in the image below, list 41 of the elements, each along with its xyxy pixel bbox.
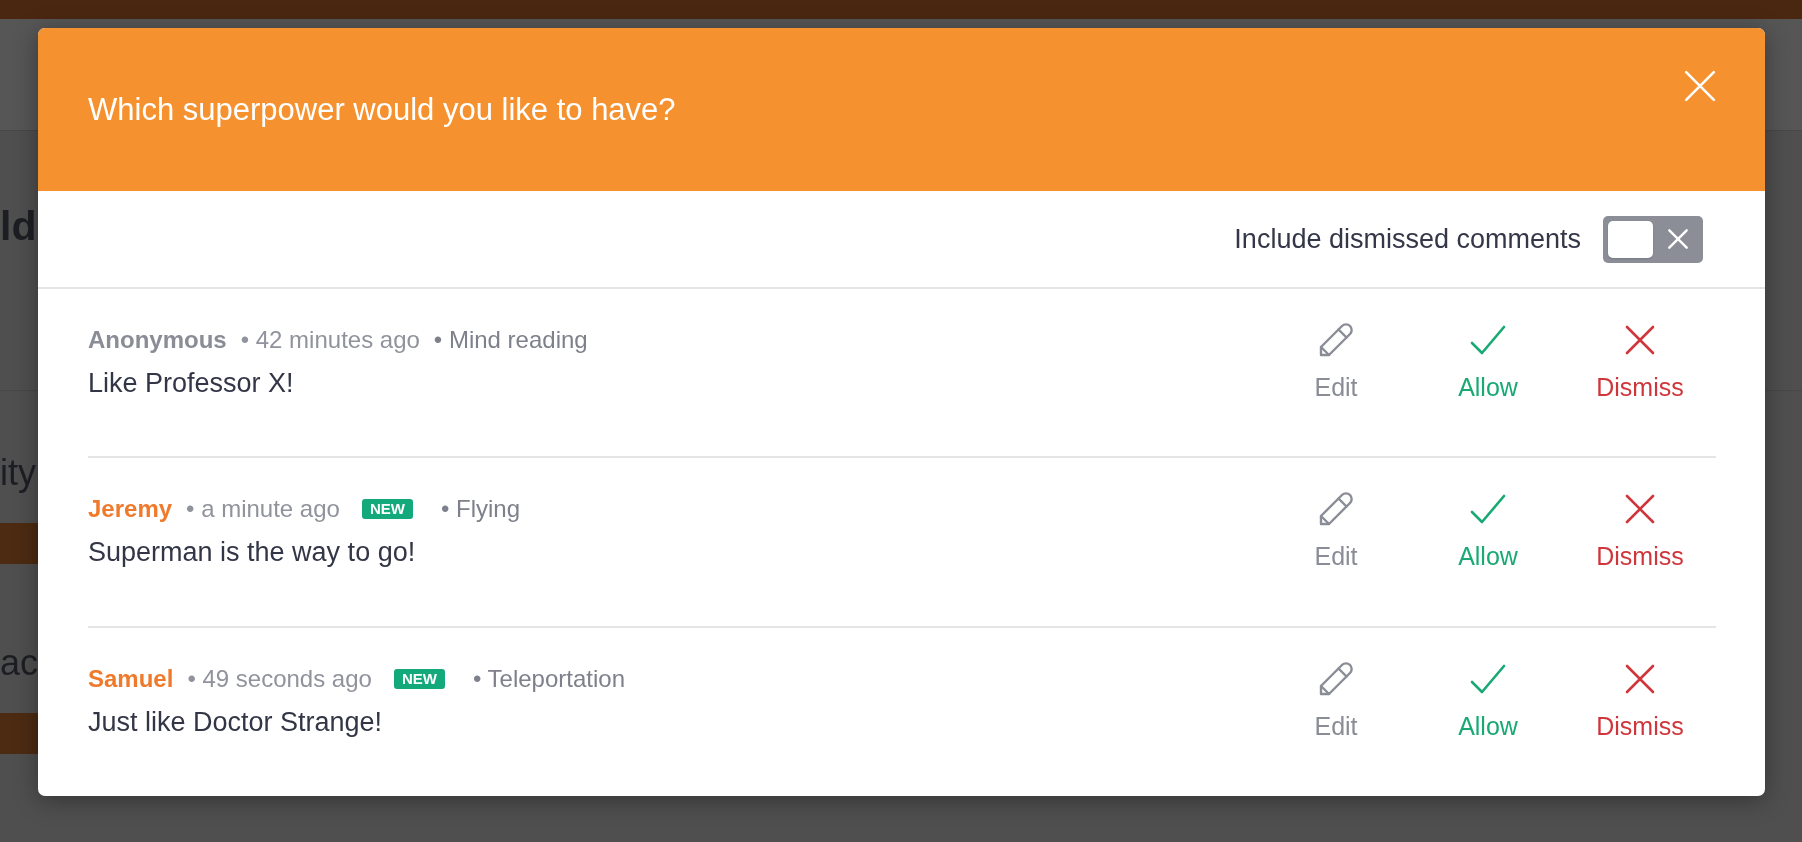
toggle-knob [1608,220,1653,258]
comment-time: • 49 seconds ago [187,664,372,694]
check-icon [1470,325,1506,355]
cross-icon [1625,664,1655,694]
comment-topic: • Teleportation [472,664,625,694]
comment-text: Superman is the way to go! [88,536,417,569]
dialog-title: Which superpower would you like to have? [88,90,676,129]
edit-button[interactable]: Edit [1271,491,1401,571]
pencil-icon [1318,322,1354,358]
comment-time: • a minute ago [186,494,340,524]
comment-text: Just like Doctor Strange! [88,706,384,739]
comment-topic: • Flying [440,494,520,524]
cross-icon [1625,494,1655,524]
comment-time: • 42 minutes ago [240,325,420,355]
dismiss-button[interactable]: Dismiss [1575,491,1705,571]
close-icon [1684,70,1716,102]
allow-button[interactable]: Allow [1423,322,1553,402]
allow-button[interactable]: Allow [1423,491,1553,571]
author-name: Jeremy [88,494,173,524]
allow-button[interactable]: Allow [1423,661,1553,741]
status-badge: NEW [361,499,413,519]
check-icon [1470,664,1506,694]
pencil-icon [1318,491,1354,527]
background-bar [0,713,38,754]
check-icon [1470,494,1506,524]
filter-label: Include dismissed comments [1234,223,1581,256]
author-name: Samuel [88,664,174,694]
status-badge: NEW [393,669,445,689]
dismiss-button[interactable]: Dismiss [1575,322,1705,402]
comment-topic: • Mind reading [433,325,588,355]
close-button[interactable] [1684,70,1716,102]
comment-text: Like Professor X! [88,367,295,400]
cross-icon [1668,229,1688,249]
pencil-icon [1318,661,1354,697]
edit-button[interactable]: Edit [1271,661,1401,741]
edit-button[interactable]: Edit [1271,322,1401,402]
cross-icon [1625,325,1655,355]
dismiss-button[interactable]: Dismiss [1575,661,1705,741]
background-bar [0,523,38,564]
toggle-switch[interactable] [1603,215,1703,263]
author-name: Anonymous [88,325,227,355]
